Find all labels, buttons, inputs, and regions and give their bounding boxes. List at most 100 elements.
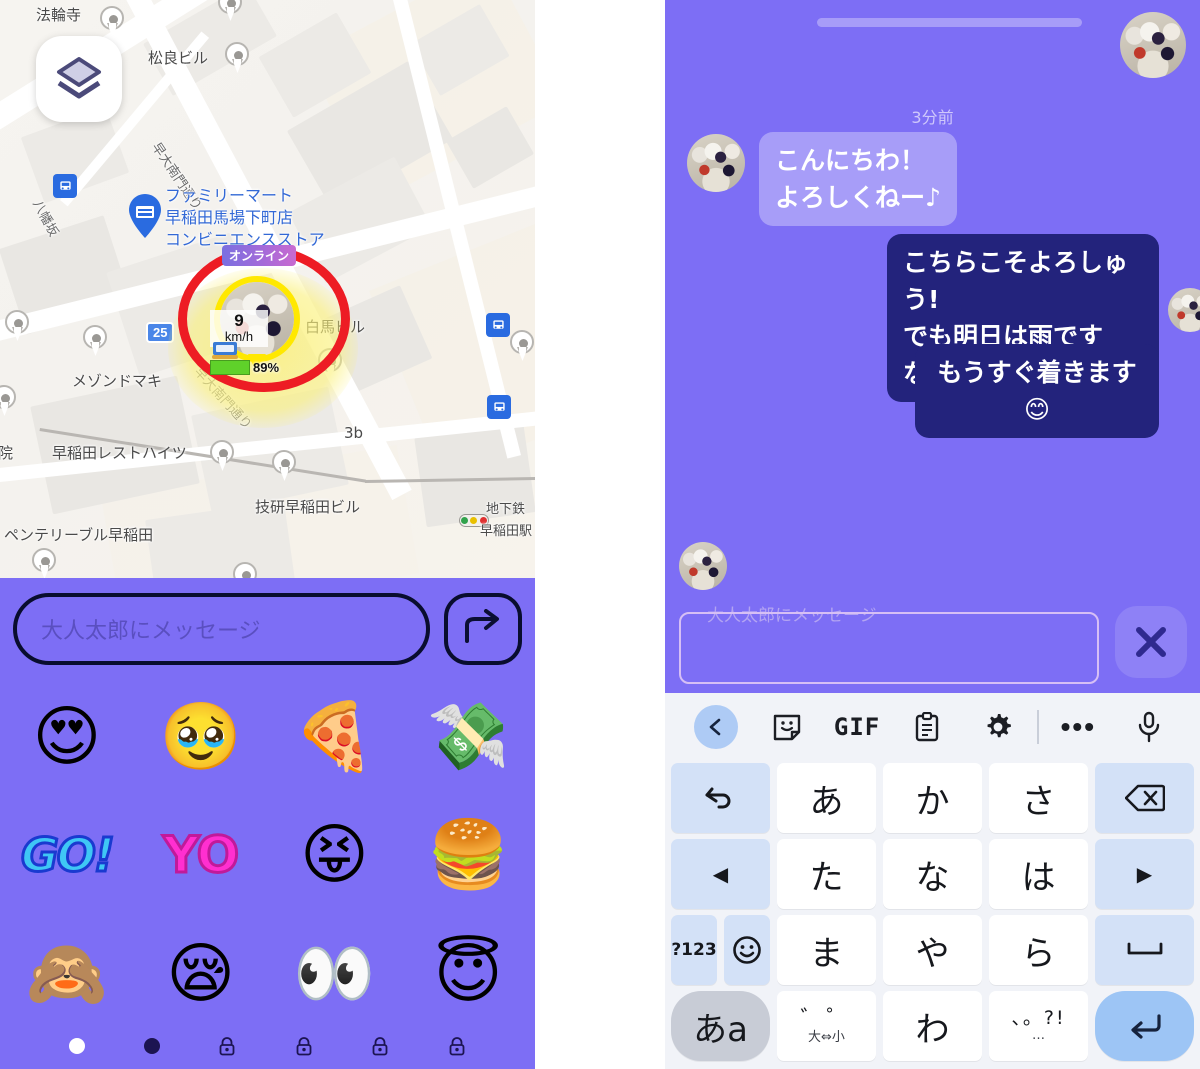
kana-latin-switch-key[interactable]: あa [671,991,770,1061]
sticker-item[interactable]: 😝 [300,822,369,888]
sticker-grid[interactable]: 😍 🥹 🍕 💸 GO! YO 😝 🍔 🙈 😪 👀 😇 [0,678,535,1033]
undo-key[interactable] [671,763,770,833]
map-pin[interactable] [225,42,251,76]
kb-gif-button[interactable]: GIF [822,705,892,749]
map-pin[interactable] [5,310,31,344]
map-pin[interactable] [83,325,109,359]
kb-mic-button[interactable] [1114,705,1184,749]
sticker-item[interactable]: 🍔 [427,822,509,888]
dakuten-sub-label: 大⇔小 [808,1029,845,1045]
back-icon[interactable] [694,705,739,749]
bus-stop-icon[interactable] [487,395,511,419]
chat-bubble-incoming[interactable]: こんにちわ！ よろしくねー♪ [759,132,957,226]
kb-clipboard-button[interactable] [892,705,962,749]
left-sticker-composer: 大人太郎にメッセージ 😍 🥹 🍕 💸 GO! YO 😝 🍔 🙈 😪 👀 😇 [0,578,535,1069]
punctuation-key[interactable]: 、。?! … [989,991,1088,1061]
layers-button[interactable] [36,36,122,122]
message-input[interactable]: 大人太郎にメッセージ [13,593,430,665]
map-label-subway: 地下鉄 [486,502,526,517]
outgoing-message-avatar[interactable] [1168,288,1200,332]
dakuten-key[interactable]: ゛゜ 大⇔小 [777,991,876,1061]
composer-avatar[interactable] [679,542,727,590]
battery-bar [210,360,250,375]
incoming-message-avatar[interactable] [687,134,745,192]
map-view[interactable]: 25 法輪寺 松良ビル 早大南門通り 八幡坂 ファミリーマート 早稲田馬場下町店… [0,0,535,590]
map-label-hachimanzaka: 八幡坂 [29,197,61,240]
key-a[interactable]: あ [777,763,876,833]
status-badge: オンライン [222,245,297,266]
more-icon: ••• [1060,711,1097,742]
toolbar-divider [1037,710,1040,744]
key-ka[interactable]: か [883,763,982,833]
key-sa[interactable]: さ [989,763,1088,833]
keyboard-row: ?123 ま や ら [671,915,1194,985]
punctuation-glyphs: 、。?! [1011,1007,1066,1030]
key-ma[interactable]: ま [777,915,876,985]
symbols-key[interactable]: ?123 [671,915,717,985]
map-label-waseda-rest: 早稲田レストハイツ [52,444,187,462]
keyboard-row: ◀ た な は ▶ [671,839,1194,909]
sticker-item[interactable]: YO [162,829,241,882]
gif-icon: GIF [833,713,881,741]
key-na[interactable]: な [883,839,982,909]
cursor-right-key[interactable]: ▶ [1095,839,1194,909]
enter-key[interactable] [1095,991,1194,1061]
map-pin[interactable] [32,548,58,582]
send-button[interactable] [444,593,522,665]
sticker-item[interactable]: 🥹 [160,704,242,770]
map-pin[interactable] [210,440,236,474]
sticker-item[interactable]: 💸 [427,704,509,770]
header-avatar[interactable] [1120,12,1186,78]
sticker-item[interactable]: GO! [19,831,116,880]
clipboard-icon [916,712,939,742]
close-button[interactable] [1115,606,1187,678]
locked-pack-icon[interactable] [295,1036,313,1056]
battery-indicator: 89% [210,360,279,375]
layers-icon [57,57,101,99]
map-pin[interactable] [100,6,126,40]
map-pin[interactable] [272,450,298,484]
chat-bubble-outgoing[interactable]: もうすぐ着きます😊 [915,344,1159,438]
keyboard-rows[interactable]: あ か さ ◀ た な は ▶ ?123 ま や ら あa ゛゜ 大⇔小 わ 、… [665,761,1200,1069]
backspace-key[interactable] [1095,763,1194,833]
key-wa[interactable]: わ [883,991,982,1061]
sticker-item[interactable]: 🙈 [26,940,108,1007]
convenience-store-pin[interactable] [127,193,163,241]
keyboard-row-split: ?123 [671,915,770,985]
map-pin[interactable] [218,0,244,24]
bus-stop-icon[interactable] [486,313,510,337]
kb-more-button[interactable]: ••• [1043,705,1113,749]
kb-settings-button[interactable] [963,705,1033,749]
message-timestamp: 3分前 [911,108,954,127]
pager-dot[interactable] [143,1038,160,1054]
keyboard-toolbar[interactable]: GIF ••• [665,693,1200,761]
sticker-item[interactable]: 🍕 [293,704,375,770]
top-drag-handle[interactable] [817,18,1082,27]
pager-dot-active[interactable] [69,1038,86,1054]
key-ya[interactable]: や [883,915,982,985]
emoji-key[interactable] [724,915,770,985]
backspace-icon [1124,784,1165,812]
sticker-item[interactable]: 😍 [32,704,101,770]
enter-icon [1130,1014,1161,1039]
bus-stop-icon[interactable] [53,174,77,198]
software-keyboard[interactable]: GIF ••• あ か さ ◀ た な は ▶ ?123 ま や ら あa ゛゜… [665,693,1200,1069]
composer-input[interactable] [679,612,1099,684]
keyboard-row: あ か さ [671,763,1194,833]
space-key[interactable] [1095,915,1194,985]
sticker-item[interactable]: 😪 [166,940,235,1007]
key-ha[interactable]: は [989,839,1088,909]
map-pin[interactable] [510,330,535,364]
kb-back-button[interactable] [681,705,751,749]
map-pin[interactable] [0,385,18,419]
sticker-item[interactable]: 👀 [293,940,375,1007]
cursor-left-key[interactable]: ◀ [671,839,770,909]
locked-pack-icon[interactable] [448,1036,466,1056]
sticker-item[interactable]: 😇 [434,940,503,1007]
sticker-pack-pager[interactable] [0,1033,535,1059]
locked-pack-icon[interactable] [371,1036,389,1056]
key-ra[interactable]: ら [989,915,1088,985]
locked-pack-icon[interactable] [218,1036,236,1056]
key-ta[interactable]: た [777,839,876,909]
kb-sticker-button[interactable] [751,705,821,749]
